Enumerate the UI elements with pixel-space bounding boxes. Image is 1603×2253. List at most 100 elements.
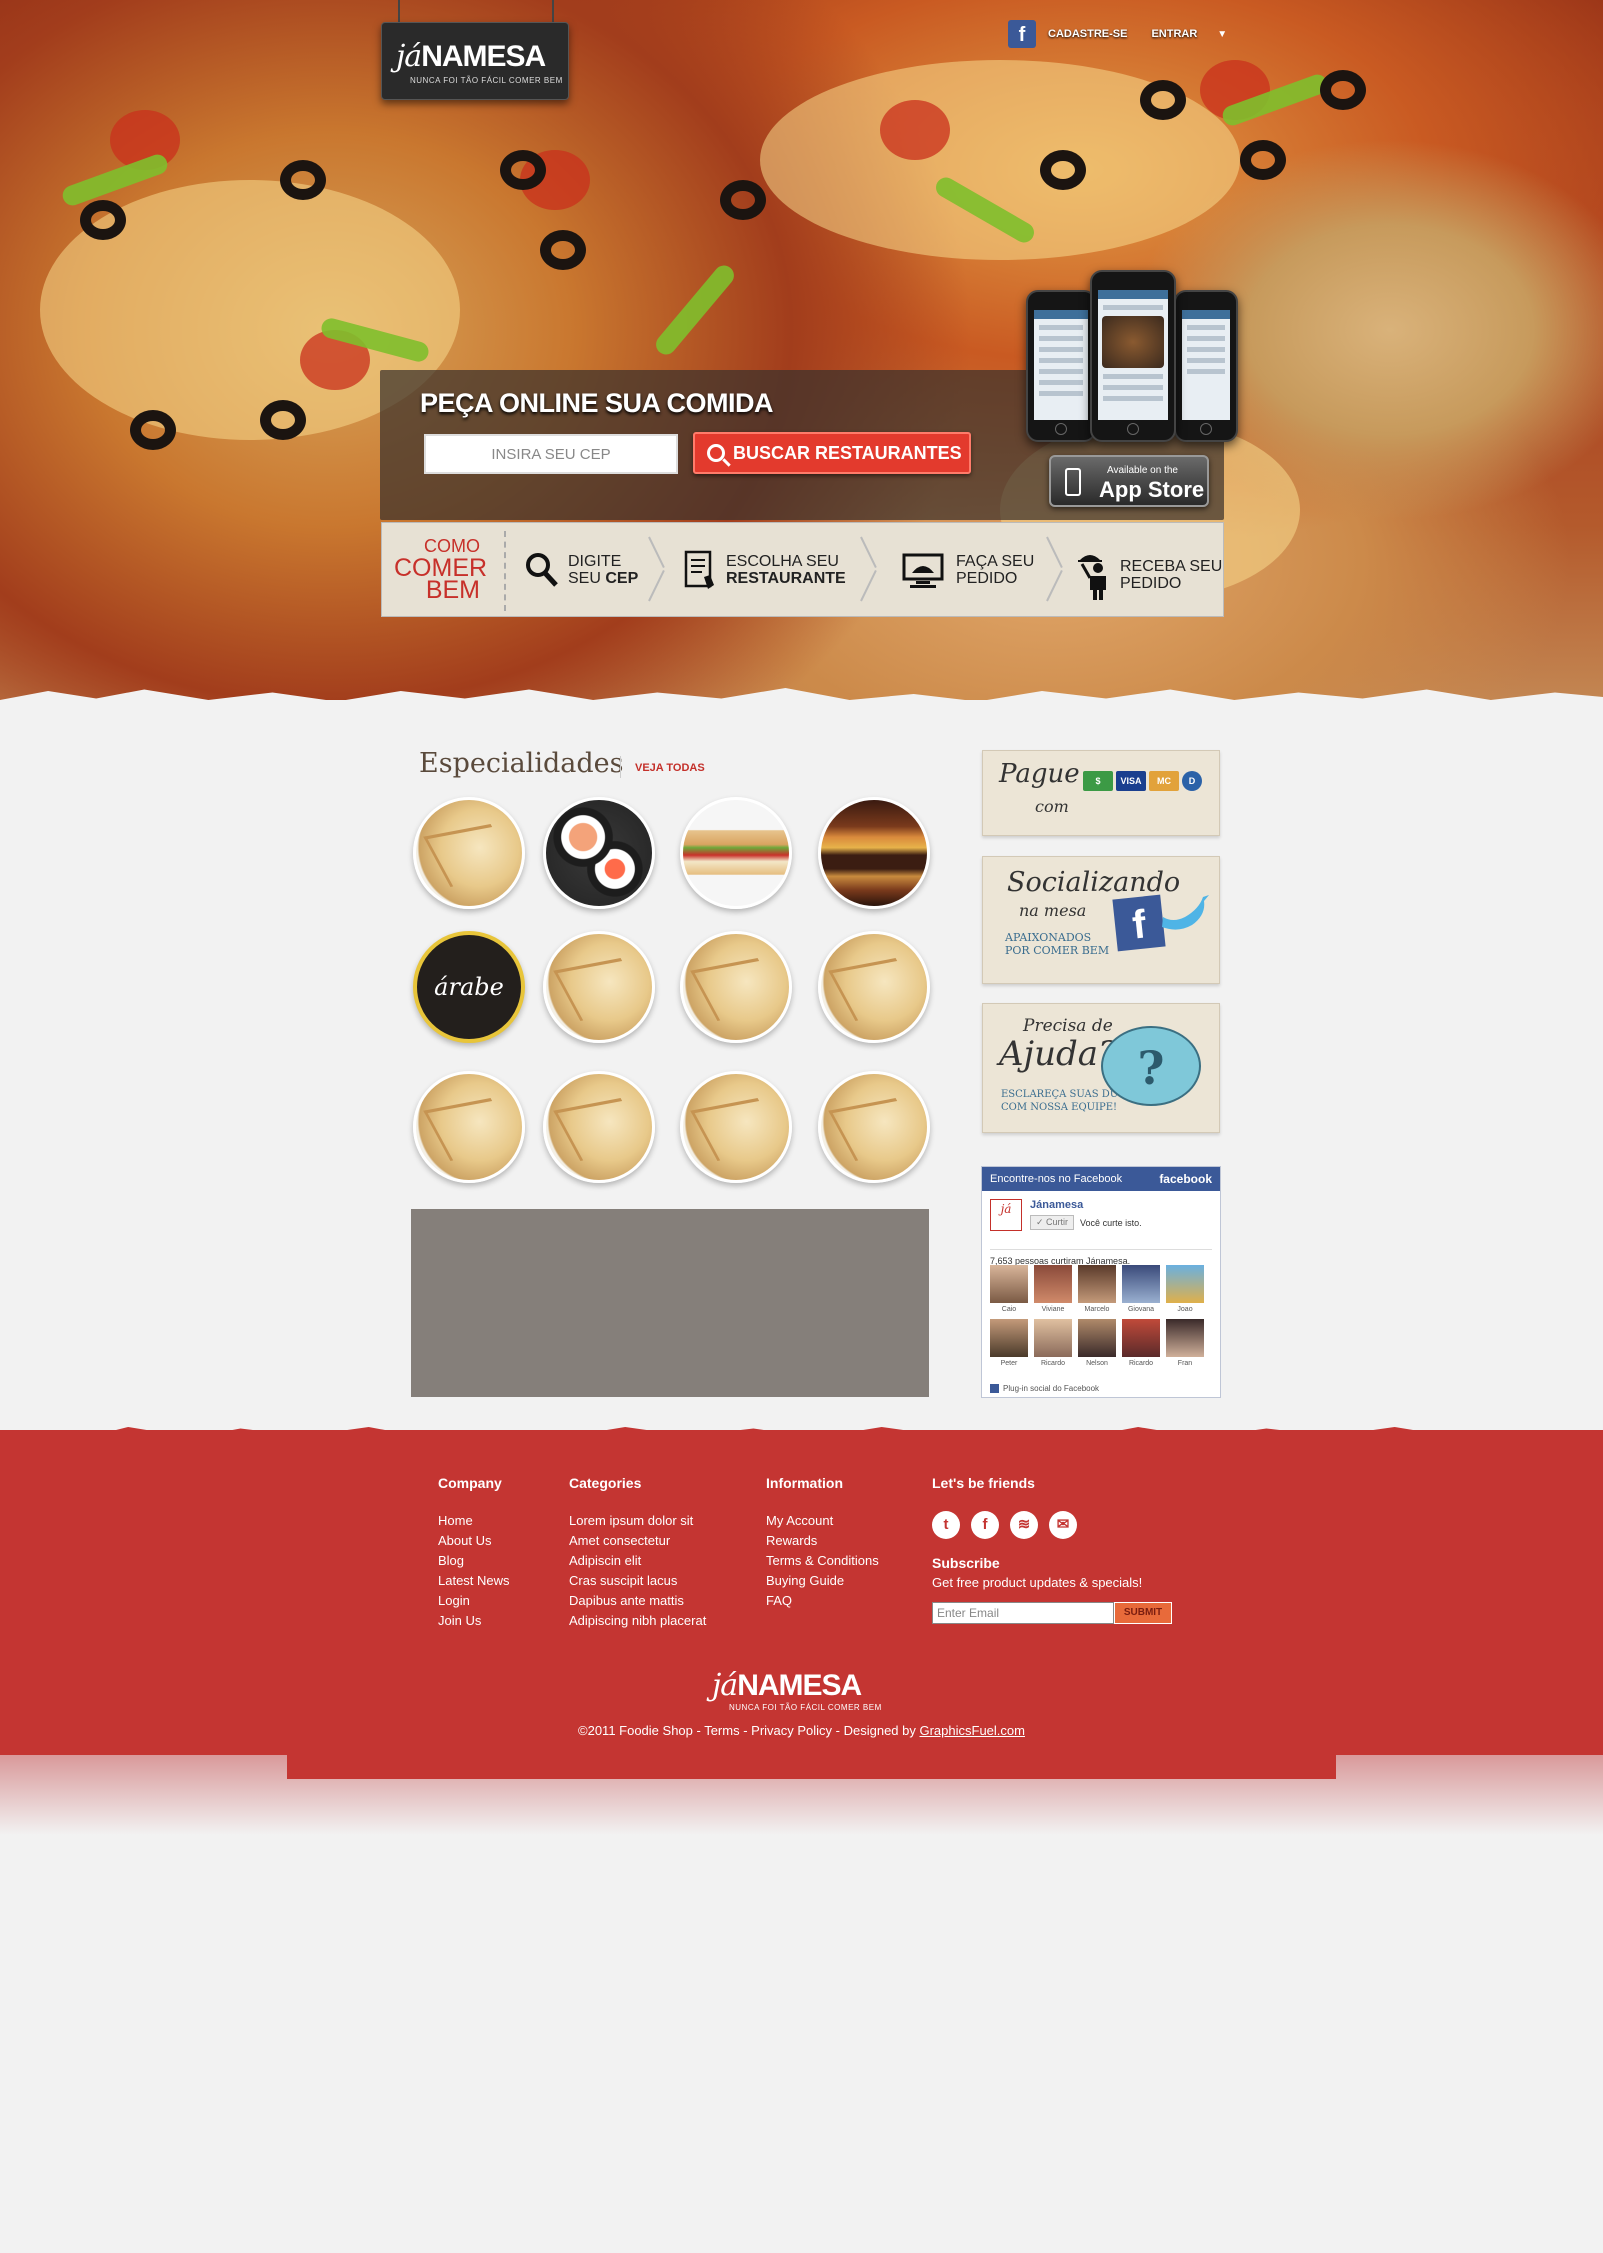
footer-link-login[interactable]: Login (438, 1591, 510, 1611)
logo-prefix: já (712, 1668, 738, 1703)
pizza-olive (130, 410, 176, 450)
step-line-bold: CEP (605, 570, 639, 587)
pay-title: Pague (999, 759, 1080, 789)
specialty-item[interactable] (818, 1071, 930, 1183)
menu-list-icon (684, 550, 714, 589)
step-line-part: PEDIDO (956, 570, 1018, 587)
step-line: FAÇA SEU (956, 553, 1035, 570)
rss-icon[interactable]: ≋ (1010, 1511, 1038, 1539)
social-subtitle: na mesa (1019, 901, 1087, 920)
site-logo[interactable]: jáNAMESA NUNCA FOI TÃO FÁCIL COMER BEM (381, 22, 569, 100)
chevron-down-icon[interactable]: ▼ (1217, 29, 1227, 40)
subscribe-form: SUBMIT (932, 1602, 1172, 1624)
appstore-big-text: App Store (1099, 477, 1205, 502)
footer-link-category[interactable]: Amet consectetur (569, 1531, 706, 1551)
app-store-button[interactable]: Available on the App Store (1049, 455, 1209, 507)
specialty-item[interactable] (680, 931, 792, 1043)
footer-logo[interactable]: jáNAMESA (712, 1668, 862, 1703)
submit-button[interactable]: SUBMIT (1114, 1602, 1172, 1624)
footer-heading: Information (766, 1475, 843, 1491)
fb-like-text: Você curte isto. (1080, 1217, 1142, 1228)
avatar (1166, 1265, 1204, 1303)
footer-link-blog[interactable]: Blog (438, 1551, 510, 1571)
help-desc-line: COM NOSSA EQUIPE! (1001, 1102, 1118, 1113)
step-text: DIGITE SEU CEP (568, 553, 638, 587)
specialty-item[interactable] (413, 1071, 525, 1183)
help-card[interactable]: Precisa de Ajuda? ESCLAREÇA SUAS DÚVIDAS… (982, 1003, 1220, 1133)
footer-link-home[interactable]: Home (438, 1511, 510, 1531)
specialty-item-sushi[interactable] (543, 797, 655, 909)
fb-face-name: Viviane (1041, 1306, 1065, 1313)
footer-link-rewards[interactable]: Rewards (766, 1531, 879, 1551)
footer-link-faq[interactable]: FAQ (766, 1591, 879, 1611)
specialty-item[interactable] (680, 1071, 792, 1183)
fb-footer-text[interactable]: Plug-in social do Facebook (1003, 1384, 1099, 1393)
search-restaurants-button[interactable]: BUSCAR RESTAURANTES (693, 432, 971, 474)
fb-face[interactable]: Nelson (1078, 1319, 1116, 1367)
footer-link-account[interactable]: My Account (766, 1511, 879, 1531)
social-title: Socializando (1007, 867, 1181, 898)
step-line: DIGITE (568, 553, 622, 570)
avatar (1122, 1265, 1160, 1303)
fb-face-name: Peter (1000, 1360, 1018, 1367)
step-line: RECEBA SEU (1120, 558, 1223, 575)
specialty-item[interactable] (543, 931, 655, 1043)
designer-link[interactable]: GraphicsFuel.com (919, 1723, 1024, 1738)
see-all-link[interactable]: VEJA TODAS (635, 762, 705, 774)
social-desc-line: POR COMER BEM (1005, 944, 1110, 957)
chevron-right-icon (644, 537, 664, 601)
computer-order-icon (902, 553, 944, 588)
fb-face[interactable]: Marcelo (1078, 1265, 1116, 1313)
email-icon[interactable]: ✉ (1049, 1511, 1077, 1539)
fb-header-text: Encontre-nos no Facebook (990, 1173, 1123, 1185)
specialty-item[interactable] (543, 1071, 655, 1183)
waiter-icon (1078, 555, 1106, 600)
facebook-icon: f (1112, 894, 1166, 952)
facebook-icon[interactable]: f (971, 1511, 999, 1539)
email-field[interactable] (932, 1602, 1114, 1624)
footer-link-guide[interactable]: Buying Guide (766, 1571, 879, 1591)
pizza-olive (500, 150, 546, 190)
fb-page-logo: já (990, 1199, 1022, 1231)
footer-heading: Company (438, 1475, 502, 1491)
twitter-icon[interactable]: t (932, 1511, 960, 1539)
footer-link-category[interactable]: Adipiscing nibh placerat (569, 1611, 706, 1631)
fb-face[interactable]: Ricardo (1122, 1319, 1160, 1367)
signup-link[interactable]: CADASTRE-SE (1048, 28, 1127, 40)
footer-link-join[interactable]: Join Us (438, 1611, 510, 1631)
footer-link-terms[interactable]: Terms & Conditions (766, 1551, 879, 1571)
footer-link-news[interactable]: Latest News (438, 1571, 510, 1591)
fb-face[interactable]: Viviane (1034, 1265, 1072, 1313)
pizza-olive (260, 400, 306, 440)
fb-like-button[interactable]: ✓ Curtir (1030, 1215, 1075, 1230)
specialty-item[interactable] (818, 931, 930, 1043)
fb-face[interactable]: Ricardo (1034, 1319, 1072, 1367)
specialty-item[interactable] (413, 797, 525, 909)
fb-face[interactable]: Giovana (1122, 1265, 1160, 1313)
cep-input[interactable] (424, 434, 678, 474)
facebook-icon[interactable]: f (1008, 20, 1036, 48)
question-bubble-icon: ? (1101, 1026, 1201, 1106)
pizza-olive (1140, 80, 1186, 120)
appstore-small-text: Available on the (1107, 465, 1178, 476)
sign-string (552, 0, 554, 24)
footer-link-about[interactable]: About Us (438, 1531, 510, 1551)
login-link[interactable]: ENTRAR (1151, 28, 1197, 40)
fb-page-name[interactable]: Jánamesa (1030, 1199, 1142, 1211)
specialty-item-sandwich[interactable] (680, 797, 792, 909)
step-text: FAÇA SEU PEDIDO (956, 553, 1034, 587)
specialty-item-burger[interactable] (818, 797, 930, 909)
social-card[interactable]: Socializando na mesa APAIXONADOS POR COM… (982, 856, 1220, 984)
pizza-olive (540, 230, 586, 270)
fb-face[interactable]: Joao (1166, 1265, 1204, 1313)
avatar (990, 1265, 1028, 1303)
fb-face[interactable]: Peter (990, 1319, 1028, 1367)
specialty-item-arabe[interactable]: árabe (413, 931, 525, 1043)
step-line: RESTAURANTE (726, 570, 846, 587)
footer-link-category[interactable]: Adipiscin elit (569, 1551, 706, 1571)
footer-link-category[interactable]: Lorem ipsum dolor sit (569, 1511, 706, 1531)
fb-face[interactable]: Caio (990, 1265, 1028, 1313)
footer-link-category[interactable]: Cras suscipit lacus (569, 1571, 706, 1591)
footer-link-category[interactable]: Dapibus ante mattis (569, 1591, 706, 1611)
fb-face[interactable]: Fran (1166, 1319, 1204, 1367)
